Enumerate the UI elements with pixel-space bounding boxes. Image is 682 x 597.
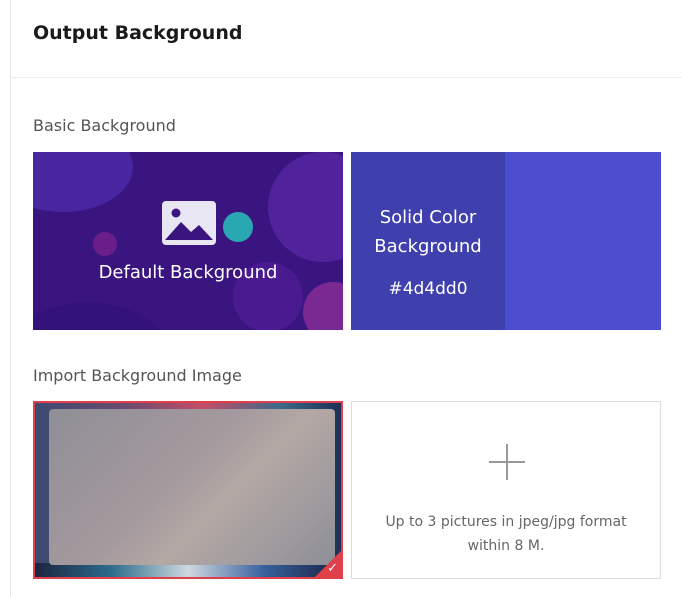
solid-color-label-line2: Background — [374, 236, 482, 257]
decor-bubble — [93, 232, 117, 256]
panel-header: Output Background — [11, 0, 682, 78]
image-icon — [162, 201, 216, 245]
upload-hint-line2: within 8 M. — [467, 538, 545, 554]
upload-hint-line1: Up to 3 pictures in jpeg/jpg format — [385, 514, 627, 530]
solid-color-hex: #4d4dd0 — [388, 279, 468, 299]
check-icon: ✓ — [327, 561, 338, 576]
import-background-label: Import Background Image — [33, 366, 242, 385]
default-background-card[interactable]: Default Background — [33, 152, 343, 330]
decor-bubble — [33, 152, 133, 212]
output-background-panel: Output Background Basic Background Defau… — [10, 0, 682, 597]
upload-background-button[interactable]: Up to 3 pictures in jpeg/jpg format with… — [351, 401, 661, 579]
basic-background-label: Basic Background — [33, 116, 176, 135]
panel-title: Output Background — [33, 22, 243, 44]
decor-bubble — [268, 152, 343, 262]
default-background-label: Default Background — [98, 262, 278, 283]
imported-background-thumbnail[interactable]: ✓ — [33, 401, 343, 579]
plus-icon — [489, 444, 525, 480]
solid-color-label-line1: Solid Color — [379, 207, 477, 228]
thumbnail-image-strip — [35, 563, 341, 577]
upload-hint: Up to 3 pictures in jpeg/jpg format with… — [352, 510, 660, 558]
decor-bubble — [33, 302, 173, 330]
decor-bubble — [303, 282, 343, 330]
thumbnail-blurred-area — [49, 409, 335, 565]
decor-bubble — [223, 212, 253, 242]
solid-color-background-card[interactable]: Solid Color Background #4d4dd0 — [351, 152, 661, 330]
